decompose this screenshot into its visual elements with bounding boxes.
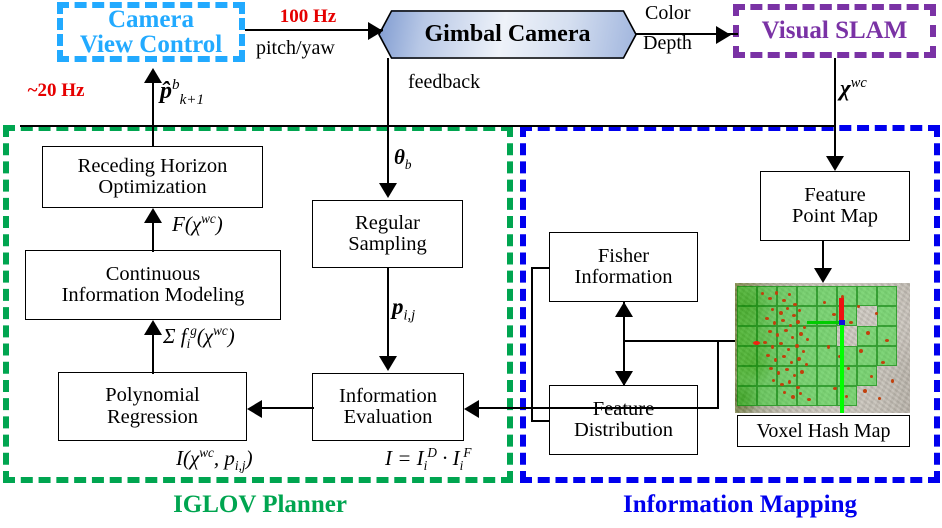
red-marker xyxy=(753,341,760,345)
gimbal-camera-node[interactable]: Gimbal Camera xyxy=(378,10,637,59)
receding-horizon-line1: Receding Horizon xyxy=(77,154,228,177)
arrow-down-to-feature-distribution xyxy=(615,371,633,386)
edge-slam-down xyxy=(834,58,836,126)
edge-mapping-riser xyxy=(717,340,719,408)
edge-gimbal-feedback-down xyxy=(387,58,389,126)
depth-label: Depth xyxy=(643,32,692,54)
arrow-pr-to-cim xyxy=(144,320,162,335)
continuous-information-modeling-node[interactable]: Continuous Information Modeling xyxy=(25,250,281,320)
system-architecture-diagram: IGLOV Planner Information Mapping Camera… xyxy=(0,0,942,528)
feature-distribution-line2: Distribution xyxy=(573,419,674,441)
theta-b-label: θb xyxy=(394,145,412,173)
continuous-info-line1: Continuous xyxy=(105,262,201,285)
information-mapping-label: Information Mapping xyxy=(622,491,858,519)
chi-wc-label-top: χwc xyxy=(840,75,867,101)
axis-z xyxy=(840,323,844,413)
edge-pr-to-cim xyxy=(152,334,154,374)
sum-f-label: Σ fig(χwc) xyxy=(163,323,235,352)
rate-100hz-label: 100 Hz xyxy=(279,6,337,28)
I-chi-p-label: I(χwc, pi,j) xyxy=(176,445,253,474)
arrow-cim-to-rho xyxy=(144,208,162,223)
arrow-ie-to-pr xyxy=(247,400,262,418)
regular-sampling-line1: Regular xyxy=(355,211,420,234)
F-chi-label: F(χwc) xyxy=(172,211,223,236)
edge-ie-to-pr xyxy=(262,407,314,409)
edge-slam-to-feature-point-map xyxy=(834,126,836,158)
voxel-hash-map-label: Voxel Hash Map xyxy=(756,419,891,442)
arrow-gimbal-to-slam xyxy=(716,26,731,44)
continuous-info-line2: Information Modeling xyxy=(61,284,245,306)
edge-featuredist-left-stub xyxy=(531,420,550,422)
edge-rho-to-cvc xyxy=(152,82,154,126)
polynomial-regression-node[interactable]: Polynomial Regression xyxy=(58,372,247,441)
feature-distribution-line1: Feature xyxy=(592,397,655,420)
pitch-yaw-label: pitch/yaw xyxy=(256,37,335,59)
arrow-rs-to-ie xyxy=(379,356,397,371)
edge-mapping-to-ie xyxy=(479,407,719,409)
regular-sampling-node[interactable]: Regular Sampling xyxy=(312,200,463,268)
polynomial-regression-line2: Regression xyxy=(106,405,199,428)
feature-point-map-node[interactable]: Feature Point Map xyxy=(760,171,910,241)
edge-mapping-left-riser xyxy=(531,267,533,421)
I-eq-label: I = IiD · IiF xyxy=(385,445,472,474)
gimbal-camera-label: Gimbal Camera xyxy=(424,21,591,47)
axis-blue xyxy=(839,320,845,325)
voxel-hash-map-caption: Voxel Hash Map xyxy=(737,415,910,447)
edge-voxel-to-fisher-link xyxy=(623,340,735,342)
fisher-information-node[interactable]: Fisher Information xyxy=(549,232,698,302)
edge-cim-to-rho xyxy=(152,222,154,252)
bus-horizontal-top xyxy=(20,125,835,127)
arrow-up-to-fisher xyxy=(615,302,633,317)
arrow-fpm-to-voxel xyxy=(814,268,832,283)
edge-rs-to-ie xyxy=(387,268,389,358)
regular-sampling-line2: Sampling xyxy=(348,233,427,255)
camera-view-control-line2: View Control xyxy=(79,31,223,58)
camera-view-control-line1: Camera xyxy=(107,5,195,33)
axis-x xyxy=(807,321,843,324)
edge-theta-down xyxy=(387,126,389,186)
edge-fpm-to-voxel xyxy=(822,241,824,271)
feedback-label: feedback xyxy=(408,71,481,93)
feature-distribution-node[interactable]: Feature Distribution xyxy=(549,385,698,455)
feature-point-map-line2: Point Map xyxy=(792,205,878,227)
iglov-planner-label: IGLOV Planner xyxy=(173,491,347,519)
feature-point-map-line1: Feature xyxy=(804,183,866,206)
fisher-information-line1: Fisher xyxy=(597,244,650,267)
information-evaluation-line1: Information xyxy=(339,384,437,407)
arrow-to-feature-point-map xyxy=(826,156,844,171)
edge-bus-to-receding-horizon xyxy=(152,126,154,147)
polynomial-regression-line1: Polynomial xyxy=(105,384,200,407)
information-evaluation-node[interactable]: Information Evaluation xyxy=(312,373,464,441)
p-hat-label: p̂bk+1 xyxy=(160,77,205,108)
voxel-hash-map-image xyxy=(735,283,910,413)
receding-horizon-line2: Optimization xyxy=(98,176,207,198)
arrow-mapping-to-ie xyxy=(464,400,479,418)
receding-horizon-optimization-node[interactable]: Receding Horizon Optimization xyxy=(42,146,263,208)
visual-slam-label: Visual SLAM xyxy=(761,17,908,45)
color-label: Color xyxy=(645,2,691,24)
rate-20hz-label: ~20 Hz xyxy=(27,80,85,102)
edge-fisher-left-stub xyxy=(531,267,550,269)
arrow-cvc-to-gimbal xyxy=(368,22,383,40)
arrow-theta-to-regular-sampling xyxy=(379,183,397,198)
p-ij-label: pi,j xyxy=(392,294,416,324)
edge-cvc-to-gimbal xyxy=(245,29,383,31)
camera-view-control-label: Camera View Control xyxy=(57,2,245,62)
fisher-information-line2: Information xyxy=(574,266,673,288)
information-evaluation-line2: Evaluation xyxy=(343,406,433,428)
